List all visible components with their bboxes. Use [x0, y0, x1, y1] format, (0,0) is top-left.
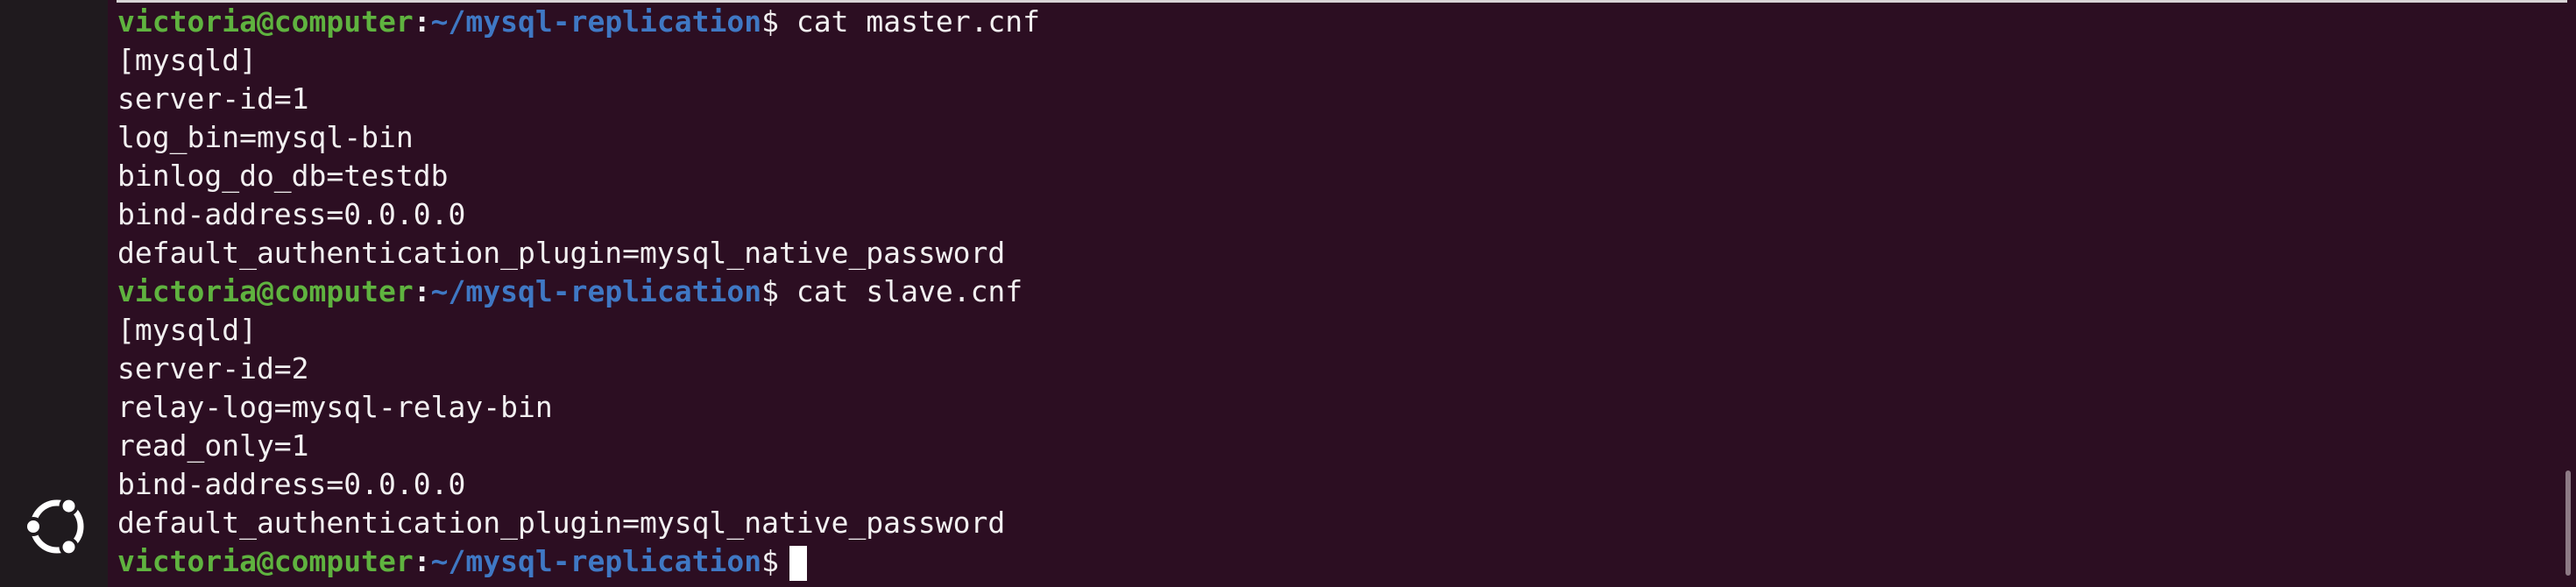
output-line: [mysqld]: [117, 313, 257, 347]
prompt-colon: :: [413, 274, 431, 308]
output-line: server-id=1: [117, 81, 309, 116]
output-line: [mysqld]: [117, 43, 257, 77]
prompt-user-host: victoria@computer: [117, 274, 414, 308]
prompt-colon: :: [413, 4, 431, 39]
prompt-path: ~/mysql-replication: [430, 274, 762, 308]
text-cursor: [789, 545, 808, 581]
prompt-user-host: victoria@computer: [117, 4, 414, 39]
output-line: server-id=2: [117, 351, 309, 385]
prompt-line: victoria@computer:~/mysql-replication$ c…: [117, 3, 2483, 41]
prompt-line: victoria@computer:~/mysql-replication$ c…: [117, 272, 2483, 311]
output-line: binlog_do_db=testdb: [117, 159, 449, 193]
show-apps-button[interactable]: [21, 491, 93, 562]
output-line: bind-address=0.0.0.0: [117, 197, 466, 231]
prompt-user-host: victoria@computer: [117, 544, 414, 578]
output-line: default_authentication_plugin=mysql_nati…: [117, 236, 1006, 270]
output-line: log_bin=mysql-bin: [117, 120, 414, 154]
command-text: cat slave.cnf: [796, 274, 1023, 308]
prompt-dollar: $: [761, 274, 780, 308]
prompt-dollar: $: [761, 4, 780, 39]
output-line: read_only=1: [117, 428, 309, 463]
ubuntu-logo-icon: [24, 496, 84, 557]
terminal-window[interactable]: victoria@computer:~/mysql-replication$ c…: [108, 0, 2576, 587]
prompt-path: ~/mysql-replication: [430, 544, 762, 578]
prompt-colon: :: [413, 544, 431, 578]
output-line: default_authentication_plugin=mysql_nati…: [117, 506, 1006, 540]
output-line: relay-log=mysql-relay-bin: [117, 390, 553, 424]
prompt-path: ~/mysql-replication: [430, 4, 762, 39]
dock: [0, 0, 108, 587]
output-line: bind-address=0.0.0.0: [117, 467, 466, 501]
prompt-dollar: $: [761, 544, 780, 578]
active-prompt-line[interactable]: victoria@computer:~/mysql-replication$: [117, 542, 2483, 581]
scrollbar[interactable]: [2565, 470, 2571, 576]
command-text: cat master.cnf: [796, 4, 1041, 39]
terminal-output: victoria@computer:~/mysql-replication$ c…: [117, 3, 2483, 581]
